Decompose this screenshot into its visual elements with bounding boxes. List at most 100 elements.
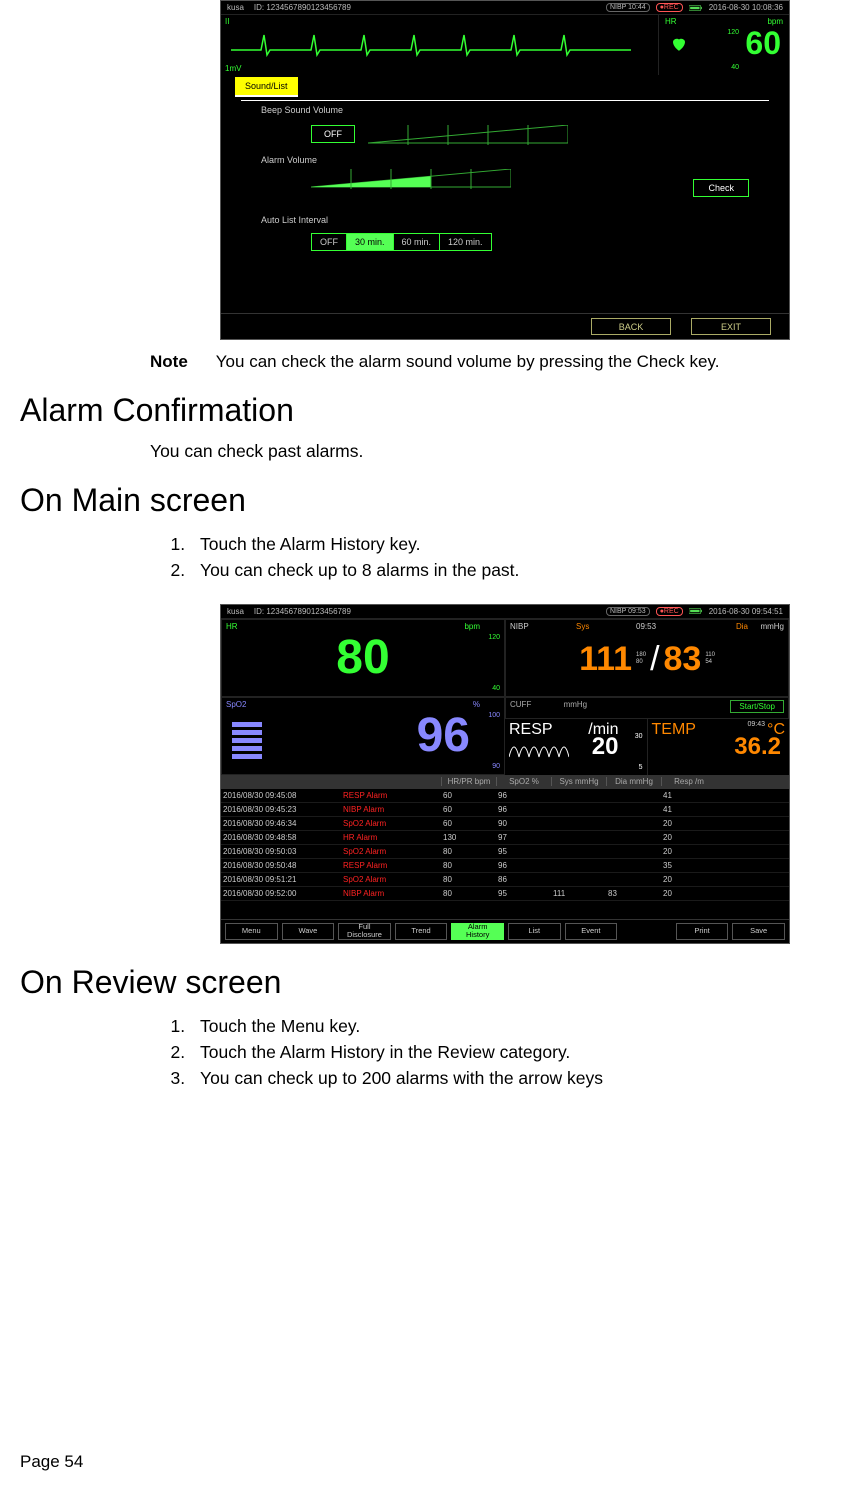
alarm-volume-slider[interactable] <box>311 169 511 189</box>
heading-on-main-screen: On Main screen <box>20 482 847 519</box>
interval-off-button[interactable]: OFF <box>311 233 347 251</box>
th-hr: HR/PR bpm <box>441 777 496 786</box>
beep-volume-label: Beep Sound Volume <box>261 105 749 115</box>
rec-badge: ●REC <box>656 607 683 616</box>
nibp-time: 09:53 <box>636 622 656 631</box>
alarm-confirmation-text: You can check past alarms. <box>150 441 847 462</box>
auto-list-interval-label: Auto List Interval <box>261 215 749 225</box>
hr-label: HR <box>665 17 677 26</box>
th-spo2: SpO2 % <box>496 777 551 786</box>
hr-label: HR <box>226 622 238 631</box>
patient-name: kusa <box>227 3 244 12</box>
page-number: Page 54 <box>20 1452 83 1472</box>
nav-save[interactable]: Save <box>732 923 785 940</box>
th-sys: Sys mmHg <box>551 777 606 786</box>
nav-print[interactable]: Print <box>676 923 729 940</box>
back-button[interactable]: BACK <box>591 318 671 335</box>
beep-off-button[interactable]: OFF <box>311 125 355 143</box>
sound-list-tab[interactable]: Sound/List <box>235 77 298 97</box>
nav-full-disclosure[interactable]: Full Disclosure <box>338 923 391 940</box>
spo2-lo: 90 <box>492 763 500 770</box>
resp-panel: RESP /min 30 5 20 <box>505 719 648 775</box>
alarm-row: 2016/08/30 09:48:58HR Alarm1309720 <box>221 831 789 845</box>
interval-60-button[interactable]: 60 min. <box>393 233 441 251</box>
temp-value: 36.2 <box>734 733 781 761</box>
nibp-sys-value: 111 <box>579 640 632 679</box>
nav-event[interactable]: Event <box>565 923 618 940</box>
nibp-sys-label: Sys <box>576 622 589 631</box>
nibp-sys-hi: 180 <box>636 652 646 658</box>
spo2-unit: % <box>473 700 480 709</box>
interval-30-button[interactable]: 30 min. <box>346 233 394 251</box>
nibp-dia-lo: 54 <box>705 659 712 665</box>
battery-icon <box>689 607 703 615</box>
nibp-dia-label: Dia <box>736 622 748 631</box>
note-label: Note <box>150 352 188 372</box>
alarm-row: 2016/08/30 09:45:23NIBP Alarm609641 <box>221 803 789 817</box>
nav-wave[interactable]: Wave <box>282 923 335 940</box>
patient-id: ID: 1234567890123456789 <box>254 3 351 12</box>
main-step-1: Touch the Alarm History key. <box>190 531 847 557</box>
main-step-2: You can check up to 8 alarms in the past… <box>190 557 847 583</box>
rec-badge: ●REC <box>656 3 683 12</box>
nibp-panel: NIBP Sys 09:53 Dia mmHg 111 18080 / 83 1… <box>505 619 789 697</box>
nav-alarm-history[interactable]: Alarm History <box>451 923 504 940</box>
spo2-value: 96 <box>226 712 500 760</box>
note-text: You can check the alarm sound volume by … <box>216 352 720 372</box>
alarm-table-header: HR/PR bpm SpO2 % Sys mmHg Dia mmHg Resp … <box>221 775 789 789</box>
alarm-row: 2016/08/30 09:45:08RESP Alarm609641 <box>221 789 789 803</box>
heading-alarm-confirmation: Alarm Confirmation <box>20 392 847 429</box>
nav-list[interactable]: List <box>508 923 561 940</box>
th-resp: Resp /m <box>661 777 716 786</box>
datetime: 2016-08-30 09:54:51 <box>709 607 783 616</box>
monitor-header-2: kusa ID: 1234567890123456789 NIBP 09:53 … <box>221 605 789 619</box>
resp-value: 20 <box>592 733 619 761</box>
alarm-row: 2016/08/30 09:46:34SpO2 Alarm609020 <box>221 817 789 831</box>
spo2-bars-icon <box>232 722 262 762</box>
hr-hi: 120 <box>488 634 500 641</box>
cuff-panel: CUFF mmHg Start/Stop <box>505 697 789 719</box>
bottom-nav: Menu Wave Full Disclosure Trend Alarm Hi… <box>221 919 789 943</box>
exit-button[interactable]: EXIT <box>691 318 771 335</box>
nibp-label: NIBP <box>510 622 529 631</box>
heart-icon <box>669 35 689 53</box>
spo2-panel: SpO2 % 100 90 96 <box>221 697 505 775</box>
nibp-badge: NIBP 10:44 <box>606 3 650 12</box>
nibp-sys-lo: 80 <box>636 659 643 665</box>
temp-panel: TEMP 09:43 °C 36.2 <box>648 719 790 775</box>
beep-volume-slider[interactable] <box>368 125 568 145</box>
monitor-header: kusa ID: 1234567890123456789 NIBP 10:44 … <box>221 1 789 15</box>
hr-value: 60 <box>745 25 781 62</box>
review-screen-steps: Touch the Menu key. Touch the Alarm Hist… <box>180 1013 847 1092</box>
ecg-scale-label: 1mV <box>225 64 241 73</box>
nibp-badge: NIBP 09:53 <box>606 607 650 616</box>
alarm-history-table: HR/PR bpm SpO2 % Sys mmHg Dia mmHg Resp … <box>221 775 789 901</box>
nibp-dia-hi: 110 <box>705 652 715 658</box>
cuff-unit: mmHg <box>564 700 588 709</box>
resp-label: RESP <box>509 721 553 738</box>
nav-menu[interactable]: Menu <box>225 923 278 940</box>
th-dia: Dia mmHg <box>606 777 661 786</box>
patient-name: kusa <box>227 607 244 616</box>
datetime: 2016-08-30 10:08:36 <box>709 3 783 12</box>
hr-limit-hi: 120 <box>727 29 739 36</box>
nibp-dia-value: 83 <box>664 640 702 679</box>
alarm-volume-label: Alarm Volume <box>261 155 749 165</box>
resp-wave-icon <box>509 737 569 763</box>
heading-on-review-screen: On Review screen <box>20 964 847 1001</box>
check-button[interactable]: Check <box>693 179 749 197</box>
hr-unit: bpm <box>464 622 480 631</box>
resp-lo: 5 <box>639 764 643 771</box>
resp-hi: 30 <box>635 733 643 740</box>
nav-trend[interactable]: Trend <box>395 923 448 940</box>
interval-120-button[interactable]: 120 min. <box>439 233 492 251</box>
temp-label: TEMP <box>652 721 696 738</box>
cuff-label: CUFF <box>510 700 531 709</box>
start-stop-button[interactable]: Start/Stop <box>730 700 784 713</box>
review-step-2: Touch the Alarm History in the Review ca… <box>190 1039 847 1065</box>
nibp-unit: mmHg <box>760 622 784 631</box>
spo2-hi: 100 <box>488 712 500 719</box>
alarm-row: 2016/08/30 09:52:00NIBP Alarm80951118320 <box>221 887 789 901</box>
ecg-waveform-area: II 1mV <box>221 15 659 75</box>
battery-icon <box>689 4 703 12</box>
